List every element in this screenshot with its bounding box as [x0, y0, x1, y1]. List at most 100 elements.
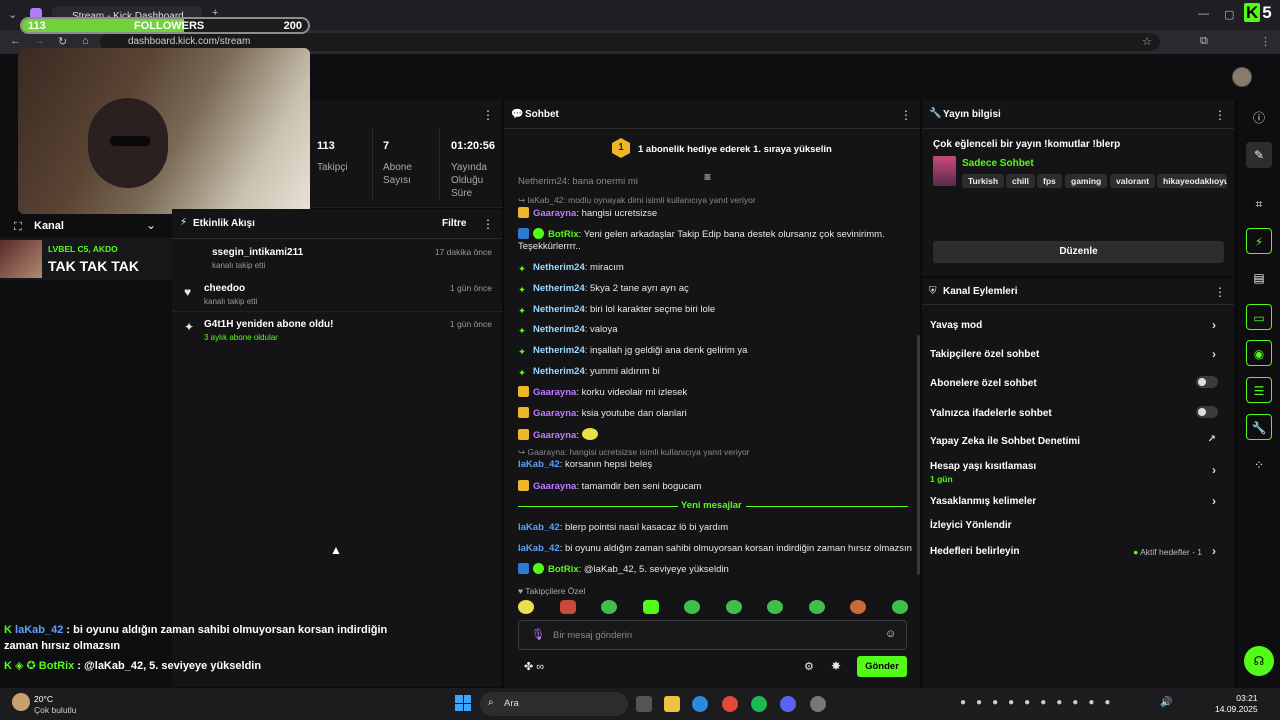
- heart-icon: ♥: [184, 285, 192, 299]
- chat-username[interactable]: Gaarayna: [533, 387, 576, 398]
- sparkle-badge-icon: ✦: [518, 306, 526, 317]
- bookmark-star-icon[interactable]: ☆: [1142, 35, 1152, 48]
- followers-goal-current: 113: [28, 20, 46, 32]
- channel-actions-menu-icon[interactable]: ⋮: [1214, 285, 1226, 299]
- followers-goal-bar: 113 FOLLOWERS 200: [20, 17, 310, 34]
- chat-username[interactable]: Gaarayna: [533, 408, 576, 419]
- edit-stream-button[interactable]: Düzenle: [933, 241, 1224, 263]
- mic-icon[interactable]: 🎙: [531, 628, 545, 641]
- maximize-icon[interactable]: ▢: [1224, 8, 1234, 21]
- action-banned-words[interactable]: Yasaklanmış kelimeler ›: [930, 494, 1226, 508]
- mouse-cursor: ▲: [330, 543, 342, 557]
- action-set-goals[interactable]: Hedefleri belirleyin ● Aktif hedefler - 1…: [930, 544, 1226, 558]
- emote-only-toggle[interactable]: [1196, 406, 1218, 418]
- action-followers-only-chat[interactable]: Takipçilere özel sohbet ›: [930, 347, 1226, 361]
- extensions-icon[interactable]: ⧉: [1200, 35, 1208, 48]
- taskbar-search[interactable]: ⌕ Ara: [480, 692, 628, 716]
- stats-menu-icon[interactable]: ⋮: [482, 108, 494, 122]
- action-host-viewers[interactable]: İzleyici Yönlendir: [930, 520, 1226, 531]
- chat-username[interactable]: BotRix: [548, 564, 579, 575]
- obs-icon[interactable]: [810, 696, 826, 712]
- chat-username[interactable]: Netherim24: [533, 262, 585, 273]
- discord-icon[interactable]: [780, 696, 796, 712]
- info-icon[interactable]: ⓘ: [1246, 105, 1272, 131]
- broadcast-icon[interactable]: ◉: [1246, 340, 1272, 366]
- chat-menu-icon[interactable]: ⋮: [900, 108, 912, 122]
- emote-icon[interactable]: [601, 600, 618, 614]
- chat-username[interactable]: Gaarayna: [533, 430, 576, 441]
- chat-scrollbar[interactable]: [917, 335, 920, 575]
- reload-icon[interactable]: ↻: [58, 35, 67, 48]
- lightning-icon[interactable]: ⚡: [1246, 228, 1272, 254]
- collapse-icon[interactable]: ≡: [704, 170, 711, 184]
- document-icon[interactable]: ▤: [1246, 265, 1272, 291]
- chat-username[interactable]: Netherim24: [533, 324, 585, 335]
- user-avatar[interactable]: [1232, 67, 1252, 87]
- live-channel-card[interactable]: LVBEL C5, AKDO TAK TAK TAK: [0, 238, 172, 280]
- home-icon[interactable]: ⌂: [82, 35, 89, 47]
- points-icon[interactable]: ✤ ∞: [524, 660, 544, 673]
- forward-icon[interactable]: →: [34, 35, 45, 47]
- layout-icon[interactable]: ☰: [1246, 377, 1272, 403]
- volume-icon[interactable]: 🔊: [1160, 697, 1172, 708]
- send-button[interactable]: Gönder: [857, 656, 907, 677]
- emote-icon[interactable]: [559, 600, 576, 614]
- activity-filter-button[interactable]: Filtre: [442, 218, 466, 229]
- support-headset-icon[interactable]: ☊: [1244, 646, 1274, 676]
- chat-message: laKab_42: korsanın hepsi beleş: [518, 459, 652, 470]
- action-slow-mode[interactable]: Yavaş mod ›: [930, 318, 1226, 332]
- wrench-tool-icon[interactable]: 🔧: [1246, 414, 1272, 440]
- chat-username[interactable]: Netherim24: [533, 366, 585, 377]
- chat-username[interactable]: laKab_42: [518, 543, 560, 554]
- chat-username[interactable]: Gaarayna: [533, 481, 576, 492]
- chevron-down-icon[interactable]: ⌄: [146, 218, 156, 232]
- subscribers-only-toggle[interactable]: [1196, 376, 1218, 388]
- chat-bubble-icon: 💬: [511, 109, 524, 120]
- stream-info-menu-icon[interactable]: ⋮: [1214, 108, 1226, 122]
- chat-username[interactable]: laKab_42: [518, 522, 560, 533]
- file-explorer-icon[interactable]: [664, 696, 680, 712]
- emote-icon[interactable]: [642, 600, 659, 614]
- edge-icon[interactable]: [692, 696, 708, 712]
- emote-icon[interactable]: [891, 600, 908, 614]
- chat-settings-icon[interactable]: ⚙: [804, 660, 814, 673]
- minimize-icon[interactable]: —: [1198, 8, 1209, 20]
- pencil-icon[interactable]: ✎: [1246, 142, 1272, 168]
- emote-icon[interactable]: [684, 600, 701, 614]
- tab-search-icon[interactable]: ⌄: [8, 8, 17, 21]
- chat-extension-icon[interactable]: ✸: [831, 659, 841, 673]
- chat-username[interactable]: Netherim24: [533, 304, 585, 315]
- task-view-icon[interactable]: [636, 696, 652, 712]
- live-thumbnail: [0, 240, 42, 278]
- category-name[interactable]: Sadece Sohbet: [962, 158, 1034, 169]
- emote-icon[interactable]: [850, 600, 867, 614]
- chat-username[interactable]: BotRix: [548, 229, 579, 240]
- emote-icon[interactable]: [767, 600, 784, 614]
- weather-icon[interactable]: [12, 693, 30, 711]
- live-subtitle: TAK TAK TAK: [48, 258, 139, 274]
- emote-icon[interactable]: [725, 600, 742, 614]
- back-icon[interactable]: ←: [10, 35, 21, 47]
- spotify-icon[interactable]: [751, 696, 767, 712]
- emoji-picker-icon[interactable]: ☺: [885, 628, 896, 640]
- activity-menu-icon[interactable]: ⋮: [482, 217, 494, 231]
- chat-username[interactable]: Netherim24: [533, 345, 585, 356]
- chat-username[interactable]: laKab_42: [518, 459, 560, 470]
- action-account-age[interactable]: Hesap yaşı kısıtlaması › 1 gün: [930, 461, 1226, 484]
- chat-username[interactable]: Gaarayna: [533, 208, 576, 219]
- browser-menu-icon[interactable]: ⋮: [1260, 35, 1271, 48]
- gift-banner[interactable]: 1 abonelik hediye ederek 1. sıraya yükse…: [638, 144, 832, 155]
- action-ai-moderation[interactable]: Yapay Zeka ile Sohbet Denetimi ↗: [930, 434, 1226, 447]
- crop-icon[interactable]: ⌗: [1246, 191, 1272, 217]
- chrome-icon[interactable]: [722, 696, 738, 712]
- emote-icon[interactable]: [518, 600, 534, 614]
- chat-icon[interactable]: ▭: [1246, 304, 1272, 330]
- stream-tag: hikayeodaklıoyu: [1157, 174, 1227, 188]
- emote-icon[interactable]: [808, 600, 825, 614]
- chat-username[interactable]: Netherim24: [533, 283, 585, 294]
- chat-message-input[interactable]: 🎙 Bir mesaj gönderin ☺: [518, 620, 907, 650]
- start-button[interactable]: [455, 695, 471, 711]
- apps-icon[interactable]: ⁘: [1246, 452, 1272, 478]
- taskbar-clock[interactable]: 03:21 14.09.2025: [1215, 693, 1258, 715]
- system-tray-icons[interactable]: ●●●●●●●●●●: [960, 697, 1120, 708]
